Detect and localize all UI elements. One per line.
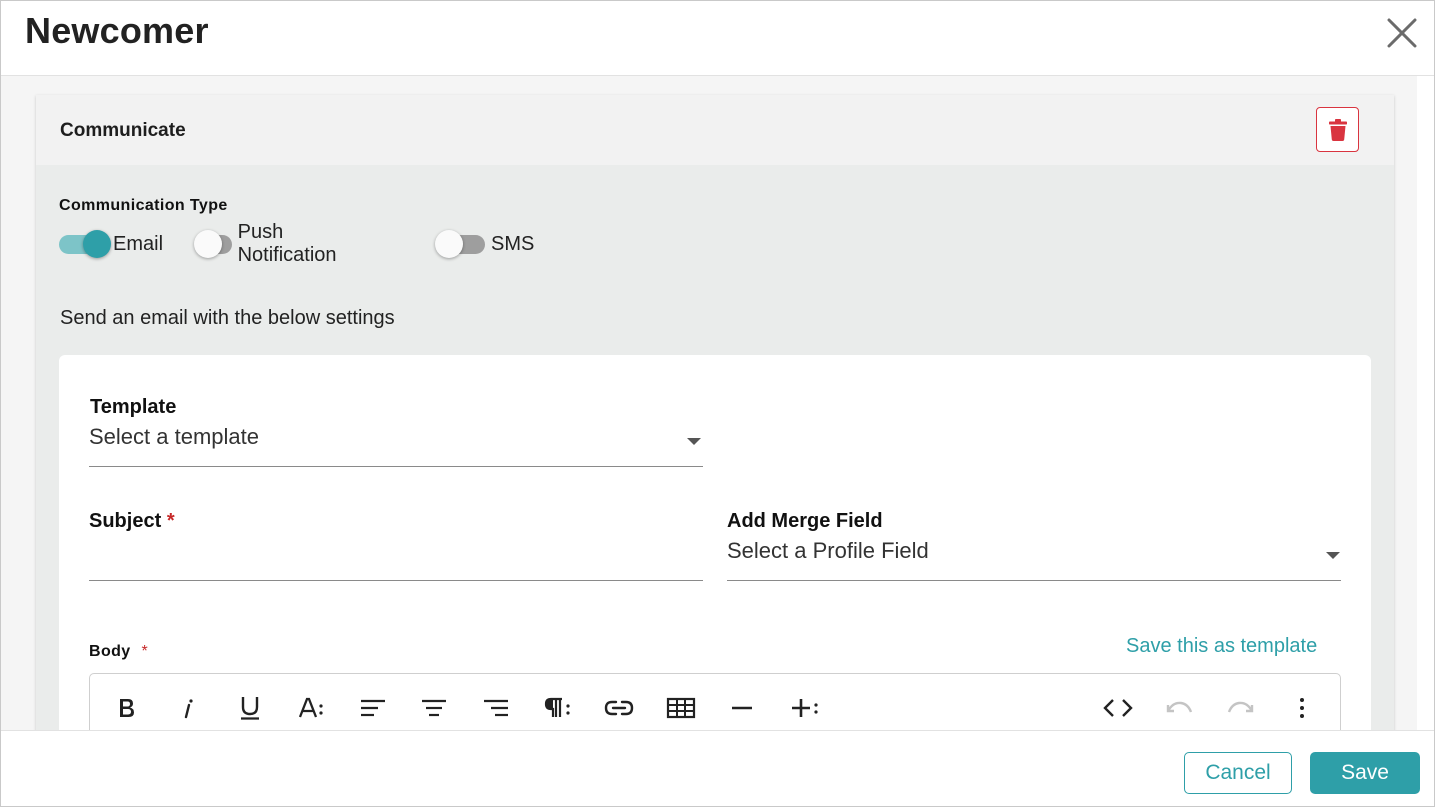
scrollbar[interactable] <box>1417 76 1434 730</box>
email-toggle-label: Email <box>113 232 164 255</box>
insert-more-icon[interactable] <box>786 690 822 726</box>
code-view-icon[interactable] <box>1100 690 1136 726</box>
dialog-header: Newcomer <box>1 1 1434 76</box>
merge-field-label: Add Merge Field <box>727 510 883 532</box>
dialog-title: Newcomer <box>25 10 209 51</box>
dialog-content[interactable]: Communicate Communication Type Email Pus… <box>1 76 1434 730</box>
save-as-template-link[interactable]: Save this as template <box>1126 635 1317 658</box>
body-editor[interactable] <box>89 673 1341 730</box>
email-toggle[interactable]: Email <box>59 227 163 261</box>
template-select[interactable]: Select a template <box>89 419 703 467</box>
template-select-value: Select a template <box>89 424 259 449</box>
body-label: Body * <box>89 643 148 661</box>
merge-field-dropdown-icon[interactable] <box>1326 552 1340 559</box>
close-icon[interactable] <box>1384 15 1420 51</box>
paragraph-format-icon[interactable] <box>540 690 576 726</box>
merge-field-underline <box>727 580 1341 581</box>
subject-underline <box>89 580 703 581</box>
italic-icon[interactable] <box>170 690 206 726</box>
merge-field-select-value: Select a Profile Field <box>727 538 929 563</box>
more-options-icon[interactable] <box>1284 690 1320 726</box>
subject-label: Subject * <box>89 510 175 533</box>
body-required-mark: * <box>141 643 149 660</box>
redo-icon[interactable] <box>1223 690 1259 726</box>
email-settings-description: Send an email with the below settings <box>60 307 395 329</box>
merge-field-select[interactable]: Select a Profile Field <box>727 533 1341 581</box>
undo-icon[interactable] <box>1161 690 1197 726</box>
align-right-icon[interactable] <box>478 690 514 726</box>
email-settings-form: Template Select a template Subject * Add… <box>59 355 1371 730</box>
push-notification-switch[interactable] <box>194 229 232 258</box>
email-switch[interactable] <box>59 229 111 258</box>
sms-toggle-label: SMS <box>491 232 535 255</box>
sms-switch[interactable] <box>435 229 485 258</box>
newcomer-dialog: Newcomer Communicate Communication Type … <box>0 0 1435 807</box>
align-left-icon[interactable] <box>355 690 391 726</box>
card-header: Communicate <box>36 95 1394 165</box>
communication-type-label: Communication Type <box>59 197 228 214</box>
subject-required-mark: * <box>166 510 175 532</box>
font-size-icon[interactable] <box>294 690 330 726</box>
template-underline <box>89 466 703 467</box>
communicate-card: Communicate Communication Type Email Pus… <box>36 95 1394 730</box>
underline-icon[interactable] <box>232 690 268 726</box>
sms-toggle[interactable]: SMS <box>435 227 535 261</box>
body-label-text: Body <box>89 643 131 660</box>
subject-input[interactable] <box>89 535 703 581</box>
cancel-button[interactable]: Cancel <box>1184 752 1292 794</box>
dialog-footer: Cancel Save <box>1 730 1434 806</box>
delete-button[interactable] <box>1316 107 1359 152</box>
push-notification-toggle[interactable]: Push Notification <box>194 221 349 266</box>
subject-label-text: Subject <box>89 510 162 532</box>
card-title: Communicate <box>60 120 186 141</box>
table-icon[interactable] <box>663 690 699 726</box>
bold-icon[interactable] <box>109 690 145 726</box>
horizontal-line-icon[interactable] <box>724 690 760 726</box>
template-label: Template <box>90 396 177 418</box>
link-icon[interactable] <box>601 690 637 726</box>
trash-icon <box>1328 118 1347 141</box>
template-dropdown-icon[interactable] <box>687 438 701 445</box>
push-notification-toggle-label: Push Notification <box>237 221 337 266</box>
align-center-icon[interactable] <box>416 690 452 726</box>
save-button[interactable]: Save <box>1310 752 1420 794</box>
